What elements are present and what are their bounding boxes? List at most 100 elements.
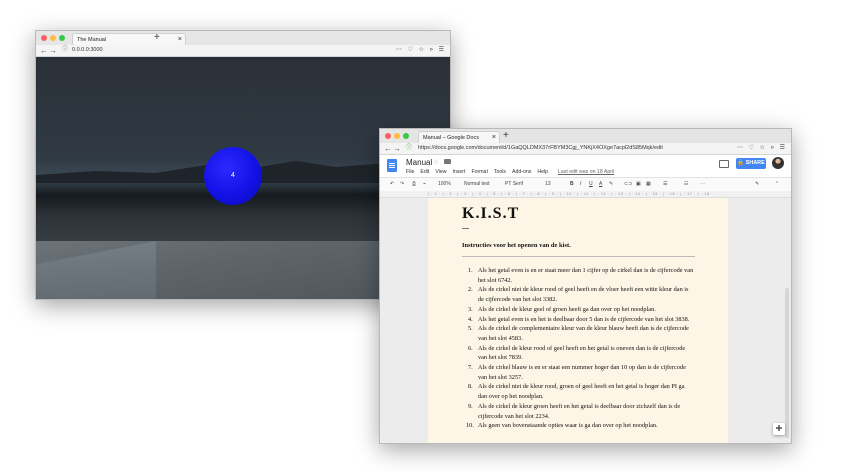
address-bar[interactable]: https://docs.google.com/document/d/1GaQQ… — [418, 144, 698, 153]
bold-icon[interactable]: B — [570, 178, 574, 191]
blue-circle[interactable]: 4 — [204, 147, 262, 205]
list-text: Als geen van bovenstaande opties waar is… — [478, 422, 658, 430]
list-text: Als de cirkel de complementaire kleur va… — [478, 325, 689, 342]
share-button[interactable]: 🔒 SHARE — [736, 158, 766, 169]
list-number: 5. — [468, 325, 473, 333]
list-text: Als het getal even is en het is deelbaar… — [478, 315, 690, 323]
list-item: 10. Als geen van bovenstaande opties waar… — [462, 421, 695, 431]
list-text: Als de cirkel de kleur rood of geel heef… — [478, 344, 686, 362]
lock-icon[interactable]: ⓘ — [406, 143, 412, 154]
list-icon[interactable]: ☷ — [684, 178, 688, 191]
undo-icon[interactable]: ↶ — [390, 178, 394, 191]
zoom-window-button[interactable] — [59, 35, 65, 41]
document-area: K.I.S.T Instructies voor het openen van … — [380, 198, 791, 443]
document-title[interactable]: Manual — [406, 158, 432, 167]
image-icon[interactable]: ▦ — [646, 178, 651, 191]
style-select[interactable]: Normal text — [464, 178, 490, 191]
tab-google-docs[interactable]: Manual – Google Docs × — [418, 131, 500, 143]
menu-bar: File Edit View Insert Format Tools Add-o… — [406, 169, 614, 175]
new-tab-button[interactable]: + — [154, 32, 160, 44]
underline-icon[interactable]: U — [589, 178, 593, 191]
text-color-icon[interactable]: A — [599, 178, 602, 191]
divider — [462, 228, 469, 229]
list-number: 6. — [468, 344, 473, 352]
font-size-select[interactable]: 13 — [545, 178, 551, 191]
docs-header: Manual ☆ File Edit View Insert Format To… — [380, 155, 791, 177]
ruler[interactable]: | · 1 · | · 2 · | · 3 · | · 4 · | · 5 · … — [380, 191, 791, 198]
more-icon[interactable]: ⋯ — [700, 178, 705, 191]
new-tab-button[interactable]: + — [503, 130, 509, 142]
menu-edit[interactable]: Edit — [420, 169, 429, 175]
list-text: Als de cirkel niet de kleur rood, groen … — [478, 383, 685, 401]
window-controls — [385, 133, 409, 139]
minimize-window-button[interactable] — [394, 133, 400, 139]
forward-button[interactable]: → — [393, 143, 401, 154]
tab-the-manual[interactable]: The Manual × — [72, 33, 186, 45]
document-subheading: Instructies voor het openen van de kist. — [462, 242, 571, 249]
forward-button[interactable]: → — [49, 45, 57, 56]
info-icon[interactable]: ⓘ — [62, 45, 68, 56]
explore-button[interactable]: ✚ — [773, 423, 785, 435]
menu-addons[interactable]: Add-ons — [512, 169, 531, 175]
list-number: 3. — [468, 305, 473, 313]
highlight-icon[interactable]: ✎ — [609, 178, 613, 191]
list-number: 10. — [466, 422, 474, 430]
docs-logo-icon[interactable] — [387, 159, 397, 172]
instruction-list: 1. Als het getal even is en er staat meer… — [462, 266, 695, 431]
tab-title: Manual – Google Docs — [423, 135, 479, 141]
collapse-icon[interactable]: ⌃ — [775, 178, 779, 191]
last-edit-link[interactable]: Last edit was on 18 April — [558, 169, 614, 175]
horizontal-rule — [462, 256, 695, 257]
tab-bar: Manual – Google Docs × + — [380, 129, 791, 143]
list-item: 5. Als de cirkel de complementaire kleur … — [462, 324, 695, 343]
list-item: 6. Als de cirkel de kleur rood of geel he… — [462, 344, 695, 363]
address-bar[interactable]: 0.0.0.0:3000 — [72, 46, 103, 55]
list-text: Als de cirkel de kleur geel of groen hee… — [478, 305, 656, 313]
list-number: 4. — [468, 315, 473, 323]
menu-help[interactable]: Help — [537, 169, 548, 175]
back-button[interactable]: ← — [40, 45, 48, 56]
italic-icon[interactable]: I — [580, 178, 581, 191]
toolbar-icons[interactable]: ⋯ ♡ ☆ » ☰ — [737, 143, 787, 154]
folder-icon[interactable] — [444, 159, 451, 164]
font-select[interactable]: PT Serif — [505, 178, 523, 191]
list-item: 1. Als het getal even is en er staat meer… — [462, 266, 695, 285]
zoom-select[interactable]: 100% — [438, 178, 451, 191]
edit-mode-icon[interactable]: ✎ — [755, 178, 759, 191]
avatar[interactable] — [772, 157, 784, 169]
vertical-scrollbar[interactable] — [785, 288, 789, 438]
close-window-button[interactable] — [41, 35, 47, 41]
list-text: Als het getal even is en er staat meer d… — [478, 267, 694, 284]
menu-insert[interactable]: Insert — [452, 169, 465, 175]
navigation-bar: ← → ⓘ 0.0.0.0:3000 ⋯ ♡ ☆ » ☰ — [36, 45, 450, 57]
list-number: 2. — [468, 286, 473, 294]
list-item: 3. Als de cirkel de kleur geel of groen h… — [462, 305, 695, 315]
align-icon[interactable]: ☰ — [663, 178, 667, 191]
redo-icon[interactable]: ↷ — [400, 178, 404, 191]
menu-file[interactable]: File — [406, 169, 414, 175]
link-icon[interactable]: ⊂⊃ — [624, 178, 632, 191]
list-text: Als de cirkel niet de kleur rood of geel… — [478, 286, 689, 304]
list-item: 7. Als de cirkel blauw is en er staat een… — [462, 363, 695, 382]
list-number: 7. — [468, 364, 473, 372]
toolbar-icons[interactable]: ⋯ ♡ ☆ » ☰ — [396, 45, 446, 56]
back-button[interactable]: ← — [384, 143, 392, 154]
menu-format[interactable]: Format — [471, 169, 487, 175]
minimize-window-button[interactable] — [50, 35, 56, 41]
document-heading: K.I.S.T — [462, 205, 520, 222]
window-controls — [41, 35, 65, 41]
tab-title: The Manual — [77, 37, 107, 43]
comment-icon[interactable] — [719, 160, 729, 168]
document-page[interactable]: K.I.S.T Instructies voor het openen van … — [428, 198, 728, 443]
circle-number: 4 — [231, 172, 235, 179]
zoom-window-button[interactable] — [403, 133, 409, 139]
menu-tools[interactable]: Tools — [494, 169, 506, 175]
print-icon[interactable]: ⎙ — [412, 178, 416, 191]
paint-format-icon[interactable]: ⌁ — [423, 178, 426, 191]
menu-view[interactable]: View — [435, 169, 446, 175]
navigation-bar: ← → ⓘ https://docs.google.com/document/d… — [380, 143, 791, 155]
close-window-button[interactable] — [385, 133, 391, 139]
star-icon[interactable]: ☆ — [433, 158, 439, 166]
share-label: SHARE — [745, 160, 765, 166]
comment-add-icon[interactable]: ▣ — [636, 178, 641, 191]
